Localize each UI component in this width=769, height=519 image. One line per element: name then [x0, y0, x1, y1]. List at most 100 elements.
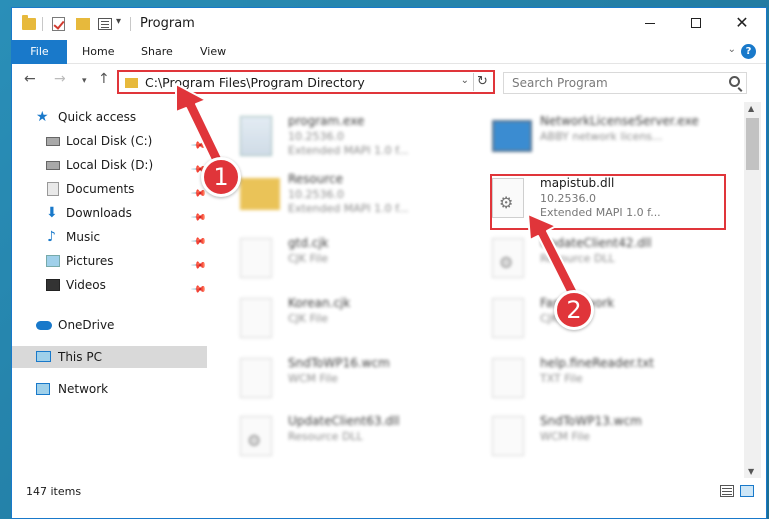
file-list: program.exe 10.2536.0 Extended MAPI 1.0 …: [220, 102, 744, 478]
file-name: help.fineReader.txt: [540, 356, 654, 370]
file-detail: TXT File: [540, 372, 583, 385]
status-bar: 147 items: [12, 480, 766, 504]
address-path[interactable]: C:\Program Files\Program Directory: [145, 75, 365, 90]
file-item-resource[interactable]: Resource 10.2536.0 Extended MAPI 1.0 f..…: [240, 168, 472, 222]
rename-icon[interactable]: [98, 18, 112, 30]
maximize-icon: [691, 18, 701, 28]
tab-share[interactable]: Share: [141, 40, 173, 64]
up-arrow-icon[interactable]: ↑: [98, 71, 110, 87]
new-folder-icon[interactable]: [76, 18, 90, 30]
sidebar-item-network[interactable]: Network: [12, 378, 207, 400]
blank-file-icon: [240, 358, 272, 398]
file-detail: WCM File: [540, 430, 590, 443]
sidebar-item-label: Downloads: [66, 206, 132, 220]
explorer-window: ▾ Program ✕ File Home Share View ⌄ ? ← →…: [11, 7, 767, 519]
file-item-sndtowp16[interactable]: SndToWP16.wcm WCM File: [240, 352, 472, 406]
refresh-icon[interactable]: ↻: [473, 73, 491, 91]
file-name: program.exe: [288, 114, 365, 128]
sidebar-item-label: Network: [58, 382, 109, 396]
file-detail: CJK File: [288, 312, 329, 325]
tab-view[interactable]: View: [200, 40, 226, 64]
file-detail: Resource DLL: [540, 252, 615, 265]
tab-home[interactable]: Home: [82, 40, 114, 64]
star-icon: ★: [36, 109, 49, 125]
customize-toolbar-dropdown-icon[interactable]: ▾: [116, 16, 121, 32]
help-icon[interactable]: ?: [741, 44, 756, 59]
sidebar-item-label: Documents: [66, 182, 135, 196]
address-row: ← → ▾ ↑ C:\Program Files\Program Directo…: [12, 66, 766, 96]
disk-icon: [46, 161, 60, 170]
file-detail: Resource DLL: [288, 430, 363, 443]
download-icon: ⬇: [46, 205, 58, 221]
close-button[interactable]: ✕: [719, 8, 765, 38]
forward-arrow-icon[interactable]: →: [54, 71, 66, 87]
file-detail: ABBY network licens...: [540, 130, 663, 143]
sidebar-item-quick-access[interactable]: ★ Quick access: [12, 106, 207, 128]
sidebar-item-label: Quick access: [58, 110, 137, 124]
text-file-icon: [492, 358, 524, 398]
sidebar-item-downloads[interactable]: ⬇ Downloads 📌: [12, 202, 207, 226]
address-dropdown-icon[interactable]: ⌄: [461, 75, 469, 86]
navigation-pane: ★ Quick access Local Disk (C:) 📌 Local D…: [12, 102, 207, 480]
file-item-program-exe[interactable]: program.exe 10.2536.0 Extended MAPI 1.0 …: [240, 110, 472, 164]
search-box[interactable]: [503, 72, 747, 94]
sidebar-item-label: Local Disk (C:): [66, 134, 153, 148]
search-icon[interactable]: [729, 76, 740, 87]
file-item-network-license-server[interactable]: NetworkLicenseServer.exe ABBY network li…: [492, 110, 724, 164]
minimize-button[interactable]: [627, 8, 673, 38]
file-item-sndtowp13[interactable]: SndToWP13.wcm WCM File: [492, 410, 724, 464]
expand-ribbon-chevron-icon[interactable]: ⌄: [728, 44, 736, 55]
file-item-korean-cjk[interactable]: Korean.cjk CJK File: [240, 292, 472, 346]
music-icon: ♪: [47, 229, 56, 245]
dll-gear-file-icon: [240, 416, 272, 456]
recent-locations-dropdown-icon[interactable]: ▾: [82, 76, 87, 86]
dll-gear-file-icon: [492, 238, 524, 278]
sidebar-item-pictures[interactable]: Pictures 📌: [12, 250, 207, 274]
scroll-down-arrow-icon[interactable]: ▼: [748, 467, 754, 476]
search-input[interactable]: [512, 75, 712, 91]
file-name: Resource: [288, 172, 344, 186]
sidebar-item-documents[interactable]: Documents 📌: [12, 178, 207, 202]
file-item-update-client-63[interactable]: UpdateClient63.dll Resource DLL: [240, 410, 472, 464]
ribbon-tabs: File Home Share View ⌄ ?: [12, 40, 766, 64]
vertical-scrollbar[interactable]: ▲ ▼: [744, 102, 761, 478]
sidebar-item-label: Local Disk (D:): [66, 158, 154, 172]
cloud-icon: [36, 321, 52, 330]
sidebar-item-local-disk-c[interactable]: Local Disk (C:) 📌: [12, 130, 207, 154]
file-name: Korean.cjk: [288, 296, 351, 310]
details-view-icon[interactable]: [720, 485, 734, 497]
sidebar-item-this-pc[interactable]: This PC: [12, 346, 207, 368]
executable-file-icon: [240, 116, 272, 156]
file-name: SndToWP13.wcm: [540, 414, 642, 428]
file-detail: 10.2536.0: [288, 130, 344, 143]
scroll-up-arrow-icon[interactable]: ▲: [748, 104, 754, 113]
file-item-help-finereader[interactable]: help.fineReader.txt TXT File: [492, 352, 724, 406]
sidebar-item-local-disk-d[interactable]: Local Disk (D:) 📌: [12, 154, 207, 178]
back-arrow-icon[interactable]: ←: [24, 71, 36, 87]
divider: [130, 17, 131, 31]
scroll-thumb[interactable]: [746, 118, 759, 170]
file-item-update-client-42[interactable]: UpdateClient42.dll Resource DLL: [492, 232, 724, 286]
sidebar-item-label: Pictures: [66, 254, 114, 268]
close-icon: ✕: [735, 13, 749, 32]
step-callout-2: 2: [554, 290, 594, 330]
file-item-gtd-cjk[interactable]: gtd.cjk CJK File: [240, 232, 472, 286]
sidebar-item-onedrive[interactable]: OneDrive: [12, 314, 207, 336]
file-detail: Extended MAPI 1.0 f...: [288, 202, 409, 215]
file-name: UpdateClient63.dll: [288, 414, 400, 428]
address-bar[interactable]: C:\Program Files\Program Directory ⌄ ↻: [117, 70, 495, 94]
maximize-button[interactable]: [673, 8, 719, 38]
highlight-box: [490, 174, 726, 230]
sidebar-item-music[interactable]: ♪ Music 📌: [12, 226, 207, 250]
window-title: Program: [140, 16, 195, 31]
tab-file[interactable]: File: [12, 40, 67, 64]
disk-icon: [46, 137, 60, 146]
pin-icon[interactable]: 📌: [186, 278, 210, 302]
file-item-fast-network[interactable]: FastNetwork CJK File: [492, 292, 724, 346]
properties-check-icon[interactable]: [52, 17, 65, 31]
file-name: gtd.cjk: [288, 236, 329, 250]
item-count: 147 items: [26, 485, 82, 498]
divider: [42, 17, 43, 31]
sidebar-item-videos[interactable]: Videos 📌: [12, 274, 207, 298]
large-icons-view-icon[interactable]: [740, 485, 754, 497]
